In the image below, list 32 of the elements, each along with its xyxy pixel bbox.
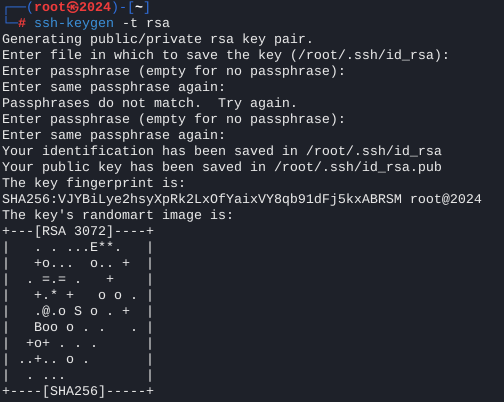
output-line: Enter same passphrase again:: [2, 129, 226, 144]
randomart-line: | +o... o.. + |: [2, 257, 154, 272]
randomart-line: +----[SHA256]-----+: [2, 385, 154, 400]
command-args: -t rsa: [122, 17, 170, 32]
randomart-line: | Boo o . . . |: [2, 321, 154, 336]
output-line: The key's randomart image is:: [2, 209, 234, 224]
prompt-symbol: #: [18, 17, 26, 32]
prompt-frame: ]: [143, 1, 151, 16]
randomart-line: | +o+ . . . |: [2, 337, 154, 352]
output-line: Your public key has been saved in /root/.ssh/id_rsa.pub: [2, 161, 442, 176]
randomart-line: | . ... |: [2, 369, 154, 384]
output-line: Your identification has been saved in /root/.ssh/id_rsa: [2, 145, 442, 160]
output-line: Enter passphrase (empty for no passphrase):: [2, 65, 346, 80]
prompt-path: ~: [135, 1, 143, 16]
prompt-frame: ┌──(: [2, 1, 34, 16]
prompt-frame: └─: [2, 17, 18, 32]
randomart-line: +---[RSA 3072]----+: [2, 225, 154, 240]
prompt-frame: )-[: [111, 1, 135, 16]
output-line: The key fingerprint is:: [2, 177, 186, 192]
randomart-line: | . . ...E**. |: [2, 241, 154, 256]
output-line: SHA256:VJYBiLye2hsyXpRk2LxOfYaixVY8qb91dFj5kxABRSM root@2024: [2, 193, 482, 208]
prompt-user-host: root㉿2024: [34, 1, 111, 16]
output-line: Passphrases do not match. Try again.: [2, 97, 298, 112]
output-line: Enter file in which to save the key (/root/.ssh/id_rsa):: [2, 49, 450, 64]
randomart-line: | ..+.. o . |: [2, 353, 154, 368]
output-line: Enter same passphrase again:: [2, 81, 226, 96]
command-name: ssh-keygen: [34, 17, 114, 32]
randomart-line: | . =.= . + |: [2, 273, 154, 288]
randomart-line: | +.* + o o . |: [2, 289, 154, 304]
randomart-line: | .@.o S o . + |: [2, 305, 154, 320]
output-line: Enter passphrase (empty for no passphrase):: [2, 113, 346, 128]
output-line: Generating public/private rsa key pair.: [2, 33, 314, 48]
